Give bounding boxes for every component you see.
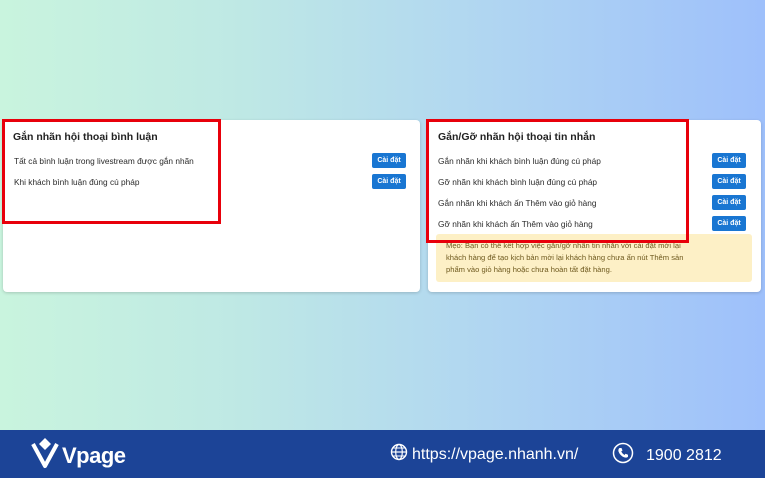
globe-icon: [390, 443, 408, 466]
setting-row-label: Tất cả bình luận trong livestream được g…: [14, 156, 194, 166]
setting-row-label: Khi khách bình luận đúng cú pháp: [14, 177, 140, 187]
hotline[interactable]: 1900 2812: [612, 442, 722, 469]
setup-button[interactable]: Cài đặt: [372, 153, 406, 168]
website-text: https://vpage.nhanh.vn/: [412, 445, 579, 463]
setting-row-label: Gỡ nhãn khi khách ấn Thêm vào giỏ hàng: [438, 219, 593, 229]
website-link[interactable]: https://vpage.nhanh.vn/: [390, 443, 578, 466]
tip-line: khách hàng để tạo kịch bản mời lại khách…: [446, 253, 684, 262]
phone-number: 1900 2812: [646, 446, 722, 464]
comment-label-card: Gắn nhãn hội thoại bình luận Tất cả bình…: [3, 120, 420, 292]
setup-button[interactable]: Cài đặt: [712, 153, 746, 168]
phone-icon: [612, 442, 634, 469]
logo-text: Vpage: [62, 442, 126, 468]
setup-button[interactable]: Cài đặt: [712, 174, 746, 189]
setup-button[interactable]: Cài đặt: [372, 174, 406, 189]
tip-line: phẩm vào giỏ hàng hoặc chưa hoàn tất đặt…: [446, 265, 612, 274]
setting-row-label: Gắn nhãn khi khách bình luận đúng cú phá…: [438, 156, 601, 166]
vpage-logo[interactable]: Vpage: [30, 436, 126, 475]
setup-button[interactable]: Cài đặt: [712, 216, 746, 231]
card-title: Gắn/Gỡ nhãn hội thoại tin nhắn: [438, 131, 596, 143]
vpage-logo-icon: [30, 436, 60, 475]
footer-bar: Vpage https://vpage.nhanh.vn/ 1900 2812: [0, 430, 765, 478]
setup-button[interactable]: Cài đặt: [712, 195, 746, 210]
setting-row-label: Gắn nhãn khi khách ấn Thêm vào giỏ hàng: [438, 198, 597, 208]
tip-box: Mẹo: Bạn có thể kết hợp việc gắn/gỡ nhãn…: [436, 234, 752, 282]
setting-row-label: Gỡ nhãn khi khách bình luận đúng cú pháp: [438, 177, 598, 187]
message-label-card: Gắn/Gỡ nhãn hội thoại tin nhắn Gắn nhãn …: [428, 120, 761, 292]
tip-line: Mẹo: Bạn có thể kết hợp việc gắn/gỡ nhãn…: [446, 241, 681, 250]
card-title: Gắn nhãn hội thoại bình luận: [13, 131, 158, 143]
